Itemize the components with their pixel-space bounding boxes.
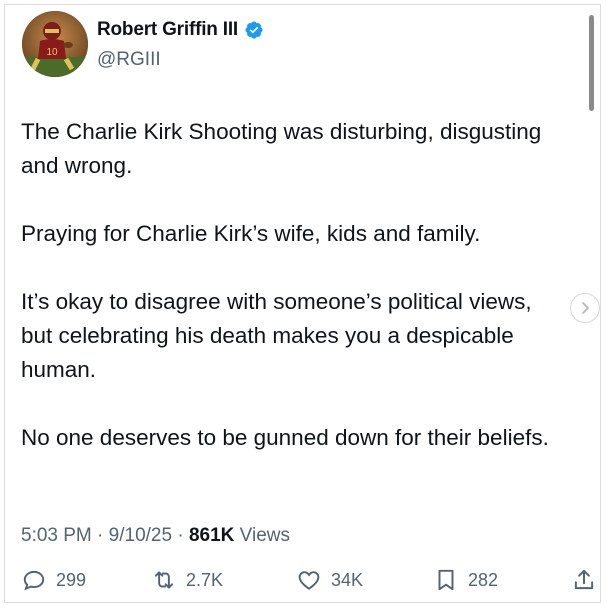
post-time[interactable]: 5:03 PM	[21, 525, 92, 546]
views-label: Views	[239, 525, 290, 546]
post-text: The Charlie Kirk Shooting was disturbing…	[21, 115, 551, 489]
post-date[interactable]: 9/10/25	[109, 525, 172, 546]
meta-separator: ·	[177, 525, 184, 546]
repost-count: 2.7K	[186, 569, 224, 590]
author-name-row[interactable]: Robert Griffin III	[97, 19, 264, 41]
reply-icon	[23, 570, 45, 591]
reply-count: 299	[56, 569, 87, 590]
next-arrow-button[interactable]	[570, 293, 600, 323]
author-handle[interactable]: @RGIII	[97, 49, 161, 71]
repost-button[interactable]: 2.7K	[151, 567, 223, 593]
repost-icon	[154, 571, 174, 589]
post-paragraph: It’s okay to disagree with someone’s pol…	[21, 289, 532, 382]
post-meta: 5:03 PM · 9/10/25 · 861K Views	[21, 525, 290, 547]
like-count: 34K	[331, 569, 364, 590]
action-bar: 299 2.7K 34K 282	[21, 567, 596, 603]
share-button[interactable]	[571, 567, 597, 593]
avatar-image: 10	[22, 11, 88, 77]
share-icon	[574, 569, 594, 590]
post-card: 10 Robert Griffin III @RGIII The Charlie…	[4, 4, 601, 603]
bookmark-button[interactable]: 282	[433, 567, 498, 593]
bookmark-icon	[438, 569, 454, 591]
verified-badge-icon	[245, 21, 263, 39]
bookmark-count: 282	[468, 569, 499, 590]
author-name[interactable]: Robert Griffin III	[97, 19, 238, 41]
chevron-right-icon	[582, 302, 589, 314]
heart-icon	[298, 571, 320, 590]
post-paragraph: The Charlie Kirk Shooting was disturbing…	[21, 119, 542, 178]
scrollbar[interactable]	[589, 15, 594, 111]
svg-text:10: 10	[46, 47, 58, 58]
post-paragraph: No one deserves to be gunned down for th…	[21, 425, 549, 450]
avatar[interactable]: 10	[22, 11, 88, 77]
reply-button[interactable]: 299	[21, 567, 86, 593]
post-paragraph: Praying for Charlie Kirk’s wife, kids an…	[21, 221, 481, 246]
meta-separator: ·	[97, 525, 104, 546]
like-button[interactable]: 34K	[296, 567, 363, 593]
views-count: 861K	[188, 525, 235, 546]
